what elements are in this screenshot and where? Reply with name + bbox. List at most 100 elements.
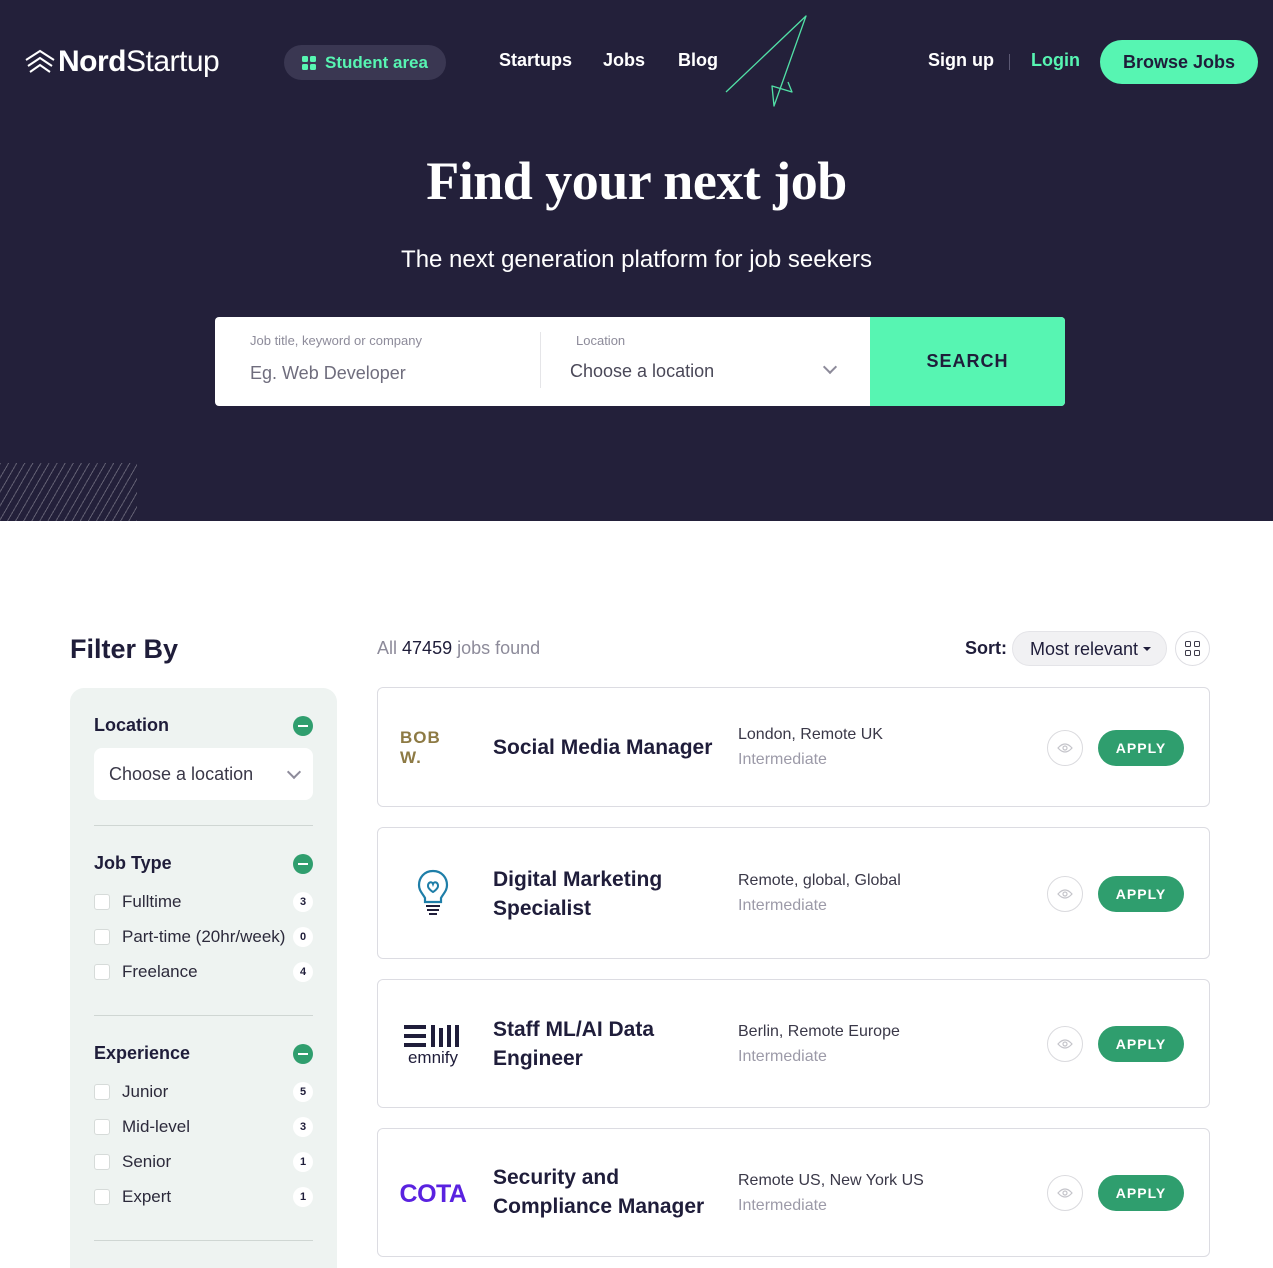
browse-jobs-button[interactable]: Browse Jobs (1100, 40, 1258, 84)
job-card[interactable]: COTA Security and Compliance Manager Rem… (377, 1128, 1210, 1257)
option-label: Senior (122, 1152, 172, 1171)
job-title[interactable]: Social Media Manager (493, 733, 718, 762)
job-title[interactable]: Digital Marketing Specialist (493, 865, 718, 923)
job-type-option-part-time[interactable]: Part-time (20hr/week) 0 (94, 926, 313, 948)
job-level: Intermediate (738, 1048, 827, 1065)
watch-button[interactable] (1047, 1026, 1083, 1062)
checkbox[interactable] (94, 1119, 110, 1135)
login-link[interactable]: Login (1031, 50, 1080, 71)
location-filter-select[interactable]: Choose a location (94, 748, 313, 800)
collapse-job-type-icon[interactable] (293, 854, 313, 874)
apply-button[interactable]: APPLY (1098, 876, 1184, 912)
sort-dropdown[interactable]: Most relevant (1012, 631, 1167, 666)
job-card[interactable]: Digital Marketing Specialist Remote, glo… (377, 827, 1210, 959)
location-filter-title: Location (94, 715, 169, 735)
checkbox[interactable] (94, 1084, 110, 1100)
job-card[interactable]: BOB W. Social Media Manager London, Remo… (377, 687, 1210, 807)
hero-subtitle: The next generation platform for job see… (401, 246, 872, 273)
chevron-down-icon (822, 359, 838, 375)
grid-view-button[interactable] (1175, 631, 1210, 666)
search-button[interactable]: SEARCH (870, 317, 1065, 406)
nav-jobs[interactable]: Jobs (603, 50, 645, 71)
job-card[interactable]: emnify Staff ML/AI Data Engineer Berlin,… (377, 979, 1210, 1108)
sort-value: Most relevant (1030, 639, 1139, 659)
nav-startups[interactable]: Startups (499, 50, 572, 71)
filter-divider (94, 1015, 313, 1016)
watch-button[interactable] (1047, 876, 1083, 912)
checkbox[interactable] (94, 1189, 110, 1205)
filter-divider (94, 1240, 313, 1241)
grid-view-icon (1185, 641, 1201, 657)
experience-option-expert[interactable]: Expert 1 (94, 1186, 313, 1208)
company-logo: BOB W. (400, 728, 466, 767)
nav-divider (1009, 54, 1010, 70)
job-location: Berlin, Remote Europe (738, 1023, 900, 1040)
job-type-option-freelance[interactable]: Freelance 4 (94, 961, 313, 983)
job-location: London, Remote UK (738, 726, 883, 743)
option-count: 5 (293, 1082, 313, 1102)
job-type-option-fulltime[interactable]: Fulltime 3 (94, 891, 313, 913)
collapse-location-icon[interactable] (293, 716, 313, 736)
location-label: Location (576, 333, 626, 348)
option-count: 3 (293, 892, 313, 912)
logo-arrows-icon (25, 49, 55, 73)
hatch-decoration (0, 463, 137, 521)
sign-up-link[interactable]: Sign up (928, 50, 994, 71)
company-logo (400, 866, 466, 918)
option-count: 1 (293, 1152, 313, 1172)
option-label: Expert (122, 1187, 172, 1206)
apply-button[interactable]: APPLY (1098, 1175, 1184, 1211)
experience-option-junior[interactable]: Junior 5 (94, 1081, 313, 1103)
checkbox[interactable] (94, 964, 110, 980)
option-label: Mid-level (122, 1117, 191, 1136)
company-logo-text: emnify (407, 1047, 459, 1067)
option-label: Fulltime (122, 892, 182, 911)
job-level: Intermediate (738, 897, 827, 914)
location-filter-value: Choose a location (109, 764, 254, 784)
option-count: 0 (293, 927, 313, 947)
collapse-experience-icon[interactable] (293, 1044, 313, 1064)
hero-section: NordStartup Student area Startups Jobs B… (0, 0, 1273, 521)
company-logo-text: BOB W. (400, 728, 441, 767)
results-count: All 47459 jobs found (377, 638, 540, 659)
location-dropdown[interactable]: Location Choose a location (541, 317, 870, 406)
nav-blog[interactable]: Blog (678, 50, 718, 71)
location-value: Choose a location (570, 361, 715, 381)
checkbox[interactable] (94, 1154, 110, 1170)
option-label: Part-time (20hr/week) (122, 927, 286, 946)
apply-button[interactable]: APPLY (1098, 730, 1184, 766)
experience-option-senior[interactable]: Senior 1 (94, 1151, 313, 1173)
student-area-button[interactable]: Student area (284, 45, 446, 80)
option-count: 1 (293, 1187, 313, 1207)
results-suffix: jobs found (457, 638, 541, 658)
filter-title: Filter By (70, 634, 179, 664)
job-title[interactable]: Security and Compliance Manager (493, 1163, 718, 1221)
lightbulb-icon (417, 869, 449, 915)
eye-icon (1057, 1188, 1073, 1198)
company-logo: emnify (400, 1018, 466, 1070)
checkbox[interactable] (94, 929, 110, 945)
keyword-label: Job title, keyword or company (250, 333, 422, 348)
eye-icon (1057, 889, 1073, 899)
nordstartup-logo[interactable]: NordStartup (24, 44, 220, 80)
keyword-input[interactable] (250, 361, 520, 385)
experience-filter-title: Experience (94, 1043, 191, 1063)
logo-text-bold: Nord (58, 45, 127, 78)
student-area-label: Student area (325, 52, 428, 72)
logo-text-light: Startup (126, 45, 220, 78)
option-count: 4 (293, 962, 313, 982)
job-type-filter-title: Job Type (94, 853, 172, 873)
job-level: Intermediate (738, 751, 827, 768)
option-label: Freelance (122, 962, 198, 981)
chevron-down-icon (286, 764, 302, 780)
option-count: 3 (293, 1117, 313, 1137)
option-label: Junior (122, 1082, 169, 1101)
filter-panel: Location Choose a location Job Type Full… (70, 688, 337, 1268)
job-level: Intermediate (738, 1197, 827, 1214)
watch-button[interactable] (1047, 730, 1083, 766)
watch-button[interactable] (1047, 1175, 1083, 1211)
checkbox[interactable] (94, 894, 110, 910)
apply-button[interactable]: APPLY (1098, 1026, 1184, 1062)
experience-option-mid-level[interactable]: Mid-level 3 (94, 1116, 313, 1138)
job-title[interactable]: Staff ML/AI Data Engineer (493, 1015, 718, 1073)
